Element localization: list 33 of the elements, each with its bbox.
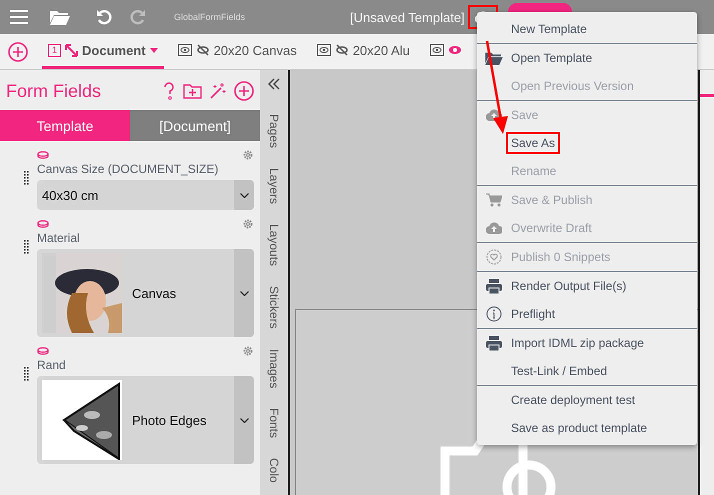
menu-item[interactable]: Preflight [477,300,697,328]
side-tab[interactable]: Fonts [267,408,281,438]
panel-title: Form Fields [6,80,102,102]
page-label: 20x20 Canvas [214,42,297,58]
page-number: 1 [48,44,62,56]
select-field[interactable]: 40x30 cm [37,180,254,210]
menu-item[interactable]: Render Output File(s) [477,272,697,300]
document-label: Document [82,42,146,58]
select-field[interactable]: Photo Edges [37,376,254,464]
side-tab[interactable]: Layouts [267,224,281,266]
menu-item[interactable]: New Template [477,15,697,43]
menu-item[interactable]: Create deployment test [477,386,697,414]
menu-item[interactable]: Save As [477,129,697,157]
page-tab[interactable]: 20x20 Alu [310,34,416,68]
menu-item[interactable]: Import IDML zip package [477,329,697,357]
side-tab[interactable]: Images [267,348,281,388]
menu-item[interactable]: Open Template [477,44,697,72]
side-tab[interactable]: Stickers [267,286,281,329]
menu-item[interactable]: Save as product template [477,414,697,442]
panel-tab[interactable]: Template [0,110,130,141]
field-label: Material [37,231,81,245]
side-tab[interactable]: Colo [267,458,281,483]
template-title: [Unsaved Template] [350,10,465,24]
panel-tab[interactable]: [Document] [130,110,260,141]
select-field[interactable]: Canvas [37,249,254,337]
field-label: Canvas Size (DOCUMENT_SIZE) [37,162,220,176]
app-name: GlobalFormFields [174,12,246,22]
side-tab[interactable]: Pages [267,114,281,148]
page-tab[interactable]: 20x20 Canvas [172,34,303,68]
page-label: 20x20 Alu [352,42,410,58]
field-label: Rand [37,358,67,372]
side-tab[interactable]: Layers [267,168,281,204]
menu-item[interactable]: Test-Link / Embed [477,357,697,385]
